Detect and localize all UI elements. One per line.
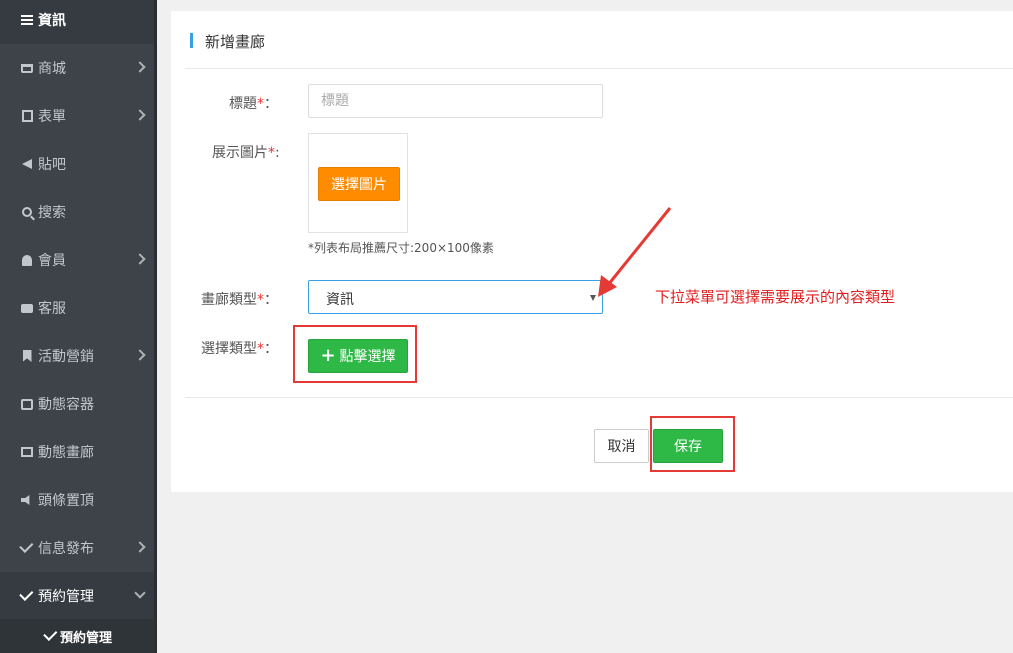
sidebar-item-label: 貼吧 — [38, 157, 66, 173]
search-icon — [20, 205, 34, 219]
sidebar-item-forms[interactable]: 表單 — [0, 92, 154, 140]
cart-icon — [20, 61, 34, 75]
sidebar-item-members[interactable]: 會員 — [0, 236, 154, 284]
label-colon: ： — [264, 341, 278, 357]
sidebar-subitem-reservations[interactable]: 預約管理 — [0, 619, 154, 653]
sidebar-item-publish[interactable]: 信息發布 — [0, 524, 154, 572]
checkbox-icon — [19, 538, 34, 555]
sidebar-item-label: 會員 — [38, 253, 66, 269]
choose-image-button[interactable]: 選擇圖片 — [318, 167, 400, 201]
sidebar-item-label: 動態畫廊 — [38, 445, 94, 461]
required-mark: * — [257, 96, 264, 112]
sidebar-subitem-label: 預約管理 — [60, 630, 113, 646]
sidebar-item-label: 信息發布 — [38, 541, 94, 557]
document-icon — [20, 109, 34, 123]
annotation-text: 下拉菜單可選擇需要展示的內容類型 — [655, 288, 896, 306]
inbox-icon — [20, 397, 34, 411]
image-size-hint: *列表布局推薦尺寸:200×100像素 — [308, 241, 494, 255]
click-select-label: 點擊選擇 — [339, 349, 396, 365]
cancel-button[interactable]: 取消 — [594, 429, 649, 463]
type-label: 畫廊類型 — [201, 292, 257, 308]
title-label: 標題 — [229, 96, 257, 112]
sidebar-item-label: 活動營銷 — [38, 349, 94, 365]
save-button[interactable]: 保存 — [653, 429, 723, 463]
sidebar-item-headline[interactable]: 頭條置頂 — [0, 476, 154, 524]
chevron-right-icon — [134, 541, 146, 553]
label-colon: ： — [264, 292, 278, 308]
click-select-button[interactable]: + 點擊選擇 — [308, 339, 408, 373]
required-mark: * — [257, 341, 264, 357]
chevron-right-icon — [134, 253, 146, 265]
sidebar-item-label: 商城 — [38, 61, 66, 77]
title-label-group: 標題*： — [229, 93, 278, 113]
sidebar: 資訊 商城 表單 貼吧 搜索 會員 客服 活動營銷 動態容器 動態畫廊 頭條置頂… — [0, 0, 157, 653]
volume-icon — [20, 493, 34, 507]
footer-divider — [185, 397, 1013, 398]
sidebar-item-label: 客服 — [38, 301, 66, 317]
list-icon — [20, 13, 34, 27]
select-type-label: 選擇類型 — [201, 341, 257, 357]
sidebar-item-label: 資訊 — [38, 13, 66, 29]
sidebar-item-label: 表單 — [38, 109, 66, 125]
image-label: 展示圖片 — [212, 145, 268, 161]
sidebar-item-forum[interactable]: 貼吧 — [0, 140, 154, 188]
image-label-group: 展示圖片*: — [212, 145, 280, 161]
header-divider — [185, 68, 1013, 69]
type-label-group: 畫廊類型*： — [201, 289, 278, 309]
sidebar-item-support[interactable]: 客服 — [0, 284, 154, 332]
bullhorn-icon — [20, 157, 34, 171]
sidebar-item-dynamic-gallery[interactable]: 動態畫廊 — [0, 428, 154, 476]
page-title: 新增畫廊 — [205, 33, 266, 51]
chevron-right-icon — [134, 349, 146, 361]
sidebar-item-search[interactable]: 搜索 — [0, 188, 154, 236]
gallery-type-value: 資訊 — [326, 292, 354, 308]
checkbox-icon — [19, 586, 34, 603]
sidebar-item-label: 動態容器 — [38, 397, 94, 413]
plus-icon: + — [320, 345, 336, 366]
sidebar-edge — [154, 0, 157, 653]
sidebar-item-label: 搜索 — [38, 205, 66, 221]
chevron-down-icon — [134, 587, 146, 599]
required-mark: * — [268, 145, 275, 161]
bell-icon — [20, 253, 34, 267]
sidebar-item-reservations[interactable]: 預約管理 — [0, 572, 154, 620]
chevron-right-icon — [134, 61, 146, 73]
image-preview-box: 選擇圖片 — [308, 133, 408, 233]
title-input[interactable] — [308, 84, 603, 118]
required-mark: * — [257, 292, 264, 308]
select-type-label-group: 選擇類型*： — [201, 338, 278, 358]
gallery-type-select[interactable]: 資訊 — [308, 280, 603, 314]
title-accent-bar — [190, 33, 193, 48]
panel-header: 新增畫廊 — [171, 11, 1013, 69]
label-colon: ： — [264, 96, 278, 112]
checkbox-icon — [43, 626, 58, 642]
sidebar-item-dynamic-container[interactable]: 動態容器 — [0, 380, 154, 428]
chat-icon — [20, 301, 34, 315]
sidebar-item-label: 預約管理 — [38, 589, 94, 605]
image-icon — [20, 445, 34, 459]
sidebar-item-shop[interactable]: 商城 — [0, 44, 154, 92]
bookmark-icon — [20, 349, 34, 363]
chevron-right-icon — [134, 109, 146, 121]
sidebar-item-info[interactable]: 資訊 — [0, 0, 154, 44]
sidebar-item-label: 頭條置頂 — [38, 493, 94, 509]
sidebar-item-marketing[interactable]: 活動營銷 — [0, 332, 154, 380]
